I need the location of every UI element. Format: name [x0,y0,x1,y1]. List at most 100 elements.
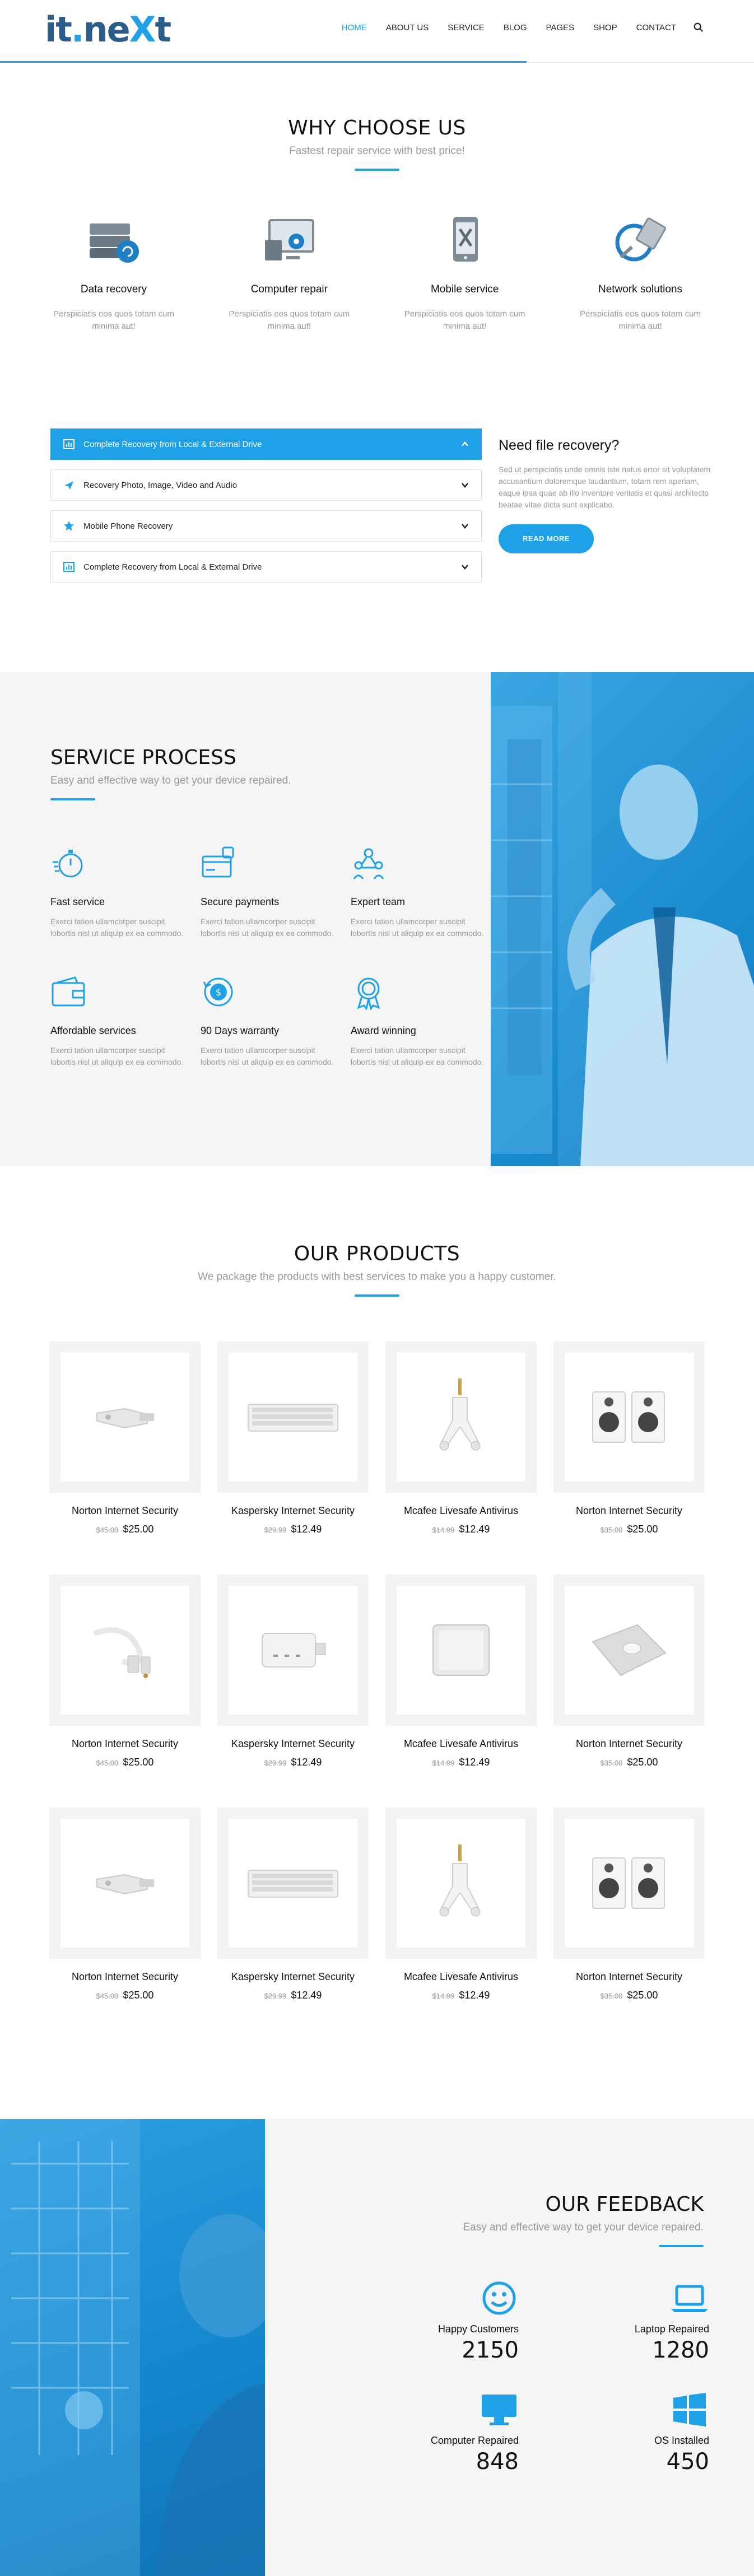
feedback-subtitle: Easy and effective way to get your devic… [463,2221,704,2233]
feature-title: Data recovery [80,283,147,295]
product-image-frame[interactable] [553,1341,705,1493]
product-image-frame[interactable] [385,1575,537,1726]
product-image [229,1819,357,1948]
product-grid: Norton Internet Security $45.00 $25.00 Kasp… [49,1341,705,2001]
product-price: $29.99 $12.49 [217,1524,369,1535]
stat-label: Happy Customers [437,2323,519,2335]
accordion-item[interactable]: Recovery Photo, Image, Video and Audio [50,469,482,501]
accordion-item[interactable]: Mobile Phone Recovery [50,510,482,542]
product-image [565,1819,694,1948]
product-image [60,1353,189,1482]
process-item: Affordable services Exerci tation ullamc… [50,974,201,1068]
product-name[interactable]: Norton Internet Security [553,1505,705,1517]
process-item-title: Fast service [50,896,105,907]
nav-service[interactable]: SERVICE [438,23,494,32]
service-process-section: SERVICE PROCESS Easy and effective way t… [0,672,754,1166]
site-logo[interactable]: it.neXt [45,9,171,50]
bar-chart-icon [63,562,75,572]
product-image-frame[interactable] [385,1341,537,1493]
product-image-frame[interactable] [217,1575,369,1726]
accordion-item[interactable]: Complete Recovery from Local & External … [50,428,482,460]
product-card[interactable]: Mcafee Livesafe Antivirus $14.99 $12.49 [385,1341,537,1535]
product-name[interactable]: Kaspersky Internet Security [217,1505,369,1517]
product-name[interactable]: Norton Internet Security [49,1505,201,1517]
product-image [60,1586,189,1715]
product-current-price: $12.49 [291,1757,322,1768]
nav-about-us[interactable]: ABOUT US [376,23,438,32]
product-card[interactable]: Mcafee Livesafe Antivirus $14.99 $12.49 [385,1808,537,2001]
process-item-title: Secure payments [201,896,280,907]
product-card[interactable]: Norton Internet Security $45.00 $25.00 [49,1808,201,2001]
nav-shop[interactable]: SHOP [584,23,627,32]
product-card[interactable]: Kaspersky Internet Security $29.99 $12.49 [217,1341,369,1535]
product-old-price: $35.00 [600,1759,623,1767]
chevron-down-icon [462,565,468,570]
process-item-text: Exerci tation ullamcorper suscipit lobor… [50,917,184,938]
nav-home[interactable]: HOME [332,23,376,32]
product-name[interactable]: Norton Internet Security [49,1971,201,1983]
product-image-frame[interactable] [385,1808,537,1959]
product-current-price: $12.49 [291,1990,322,2001]
product-current-price: $12.49 [459,1524,490,1535]
product-card[interactable]: Norton Internet Security $45.00 $25.00 [49,1575,201,1768]
product-name[interactable]: Mcafee Livesafe Antivirus [385,1738,537,1750]
wallet-icon [52,976,85,1007]
stat-laptop-repaired: Laptop Repaired 1280 [614,2281,709,2363]
product-name[interactable]: Mcafee Livesafe Antivirus [385,1505,537,1517]
process-subtitle: Easy and effective way to get your devic… [50,775,291,786]
process-item-text: Exerci tation ullamcorper suscipit lobor… [351,1046,484,1066]
product-image-frame[interactable] [49,1575,201,1726]
read-more-button[interactable]: READ MORE [499,524,594,553]
recovery-block: Complete Recovery from Local & External … [50,428,710,592]
process-item-text: Exerci tation ullamcorper suscipit lobor… [50,1046,184,1066]
feature-text: Perspiciatis eos quos totam cum minima a… [404,309,525,331]
product-card[interactable]: Mcafee Livesafe Antivirus $14.99 $12.49 [385,1575,537,1768]
product-image-frame[interactable] [553,1808,705,1959]
product-name[interactable]: Mcafee Livesafe Antivirus [385,1971,537,1983]
product-old-price: $45.00 [96,1992,119,2000]
stat-value: 848 [476,2449,519,2475]
accordion-label: Complete Recovery from Local & External … [83,562,262,572]
product-name[interactable]: Kaspersky Internet Security [217,1738,369,1750]
product-card[interactable]: Norton Internet Security $35.00 $25.00 [553,1575,705,1768]
feature-data-recovery: Data recovery Perspiciatis eos quos tota… [41,212,187,333]
feedback-title: OUR FEEDBACK [545,2193,704,2216]
process-item-title: Award winning [351,1025,416,1036]
product-name[interactable]: Kaspersky Internet Security [217,1971,369,1983]
accordion-item[interactable]: Complete Recovery from Local & External … [50,551,482,583]
accordion-label: Recovery Photo, Image, Video and Audio [83,480,238,490]
product-name[interactable]: Norton Internet Security [553,1971,705,1983]
process-item-text: Exerci tation ullamcorper suscipit lobor… [351,917,484,938]
product-name[interactable]: Norton Internet Security [553,1738,705,1750]
product-card[interactable]: Kaspersky Internet Security $29.99 $12.49 [217,1575,369,1768]
nav-contact[interactable]: CONTACT [627,23,686,32]
process-item: $ 90 Days warranty Exerci tation ullamco… [201,974,351,1068]
product-image-frame[interactable] [217,1808,369,1959]
product-card[interactable]: Norton Internet Security $45.00 $25.00 [49,1341,201,1535]
recovery-accordion: Complete Recovery from Local & External … [50,428,482,583]
product-price: $35.00 $25.00 [553,1524,705,1535]
product-image [397,1353,525,1482]
product-image [397,1819,525,1948]
product-card[interactable]: Norton Internet Security $35.00 $25.00 [553,1808,705,2001]
stopwatch-icon [53,850,83,878]
logo-text-a: it [45,9,72,50]
feature-list: Data recovery Perspiciatis eos quos tota… [41,212,713,333]
product-image-frame[interactable] [49,1808,201,1959]
product-image [229,1353,357,1482]
product-image-frame[interactable] [217,1341,369,1493]
nav-pages[interactable]: PAGES [537,23,584,32]
windows-icon [673,2393,706,2426]
product-image-frame[interactable] [49,1341,201,1493]
nav-blog[interactable]: BLOG [494,23,537,32]
product-price: $35.00 $25.00 [553,1757,705,1768]
process-item-title: Affordable services [50,1025,136,1036]
product-card[interactable]: Kaspersky Internet Security $29.99 $12.49 [217,1808,369,2001]
accordion-label: Complete Recovery from Local & External … [83,439,262,449]
repair-illustration [0,2119,265,2576]
product-card[interactable]: Norton Internet Security $35.00 $25.00 [553,1341,705,1535]
search-icon[interactable] [694,22,704,32]
product-image-frame[interactable] [553,1575,705,1726]
product-current-price: $25.00 [123,1524,154,1535]
product-name[interactable]: Norton Internet Security [49,1738,201,1750]
